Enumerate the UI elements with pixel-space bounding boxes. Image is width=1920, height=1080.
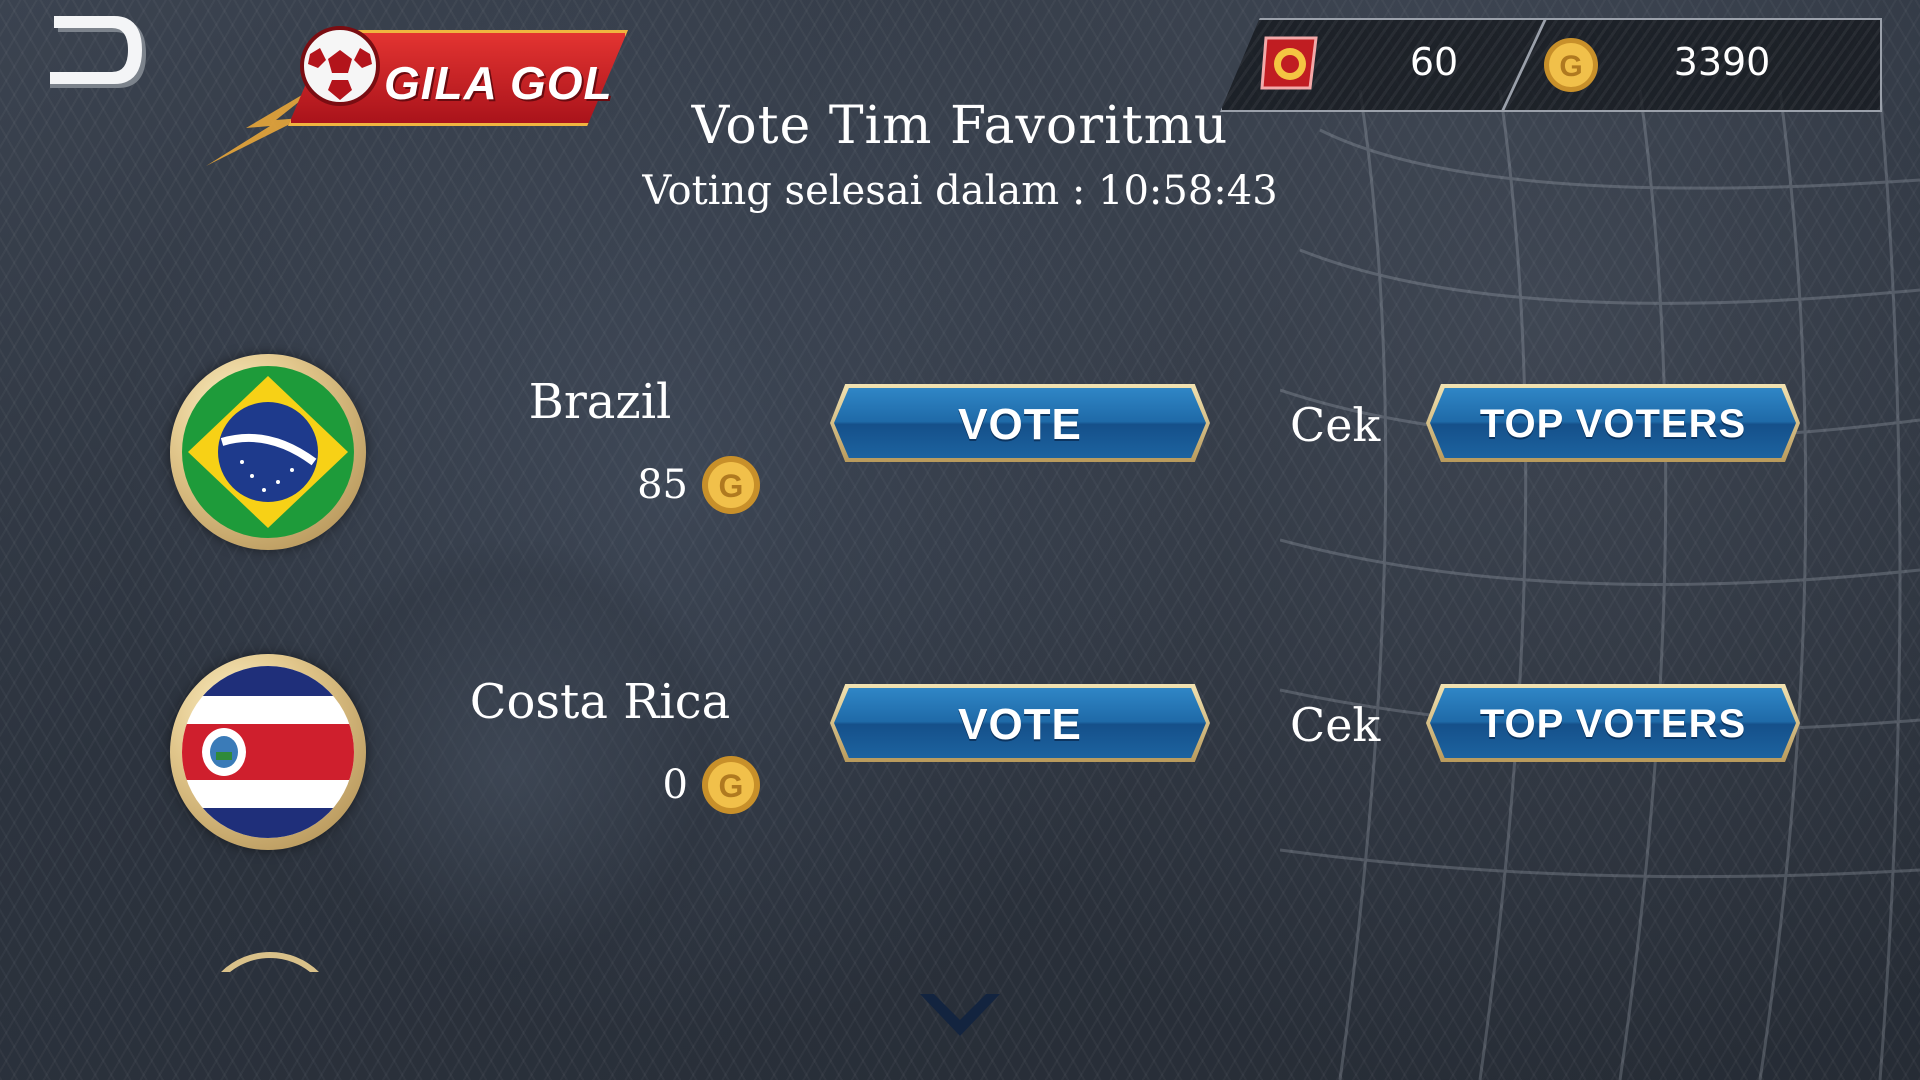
check-label: Cek <box>1290 398 1381 452</box>
vote-button-label: VOTE <box>958 400 1082 449</box>
voting-countdown: Voting selesai dalam : 10:58:43 <box>642 168 1278 214</box>
top-voters-button[interactable]: TOP VOTERS <box>1426 384 1800 462</box>
vote-button[interactable]: VOTE <box>830 384 1210 462</box>
team-flag-badge <box>170 354 366 550</box>
team-row-brazil: Brazil 85 G VOTE Cek TOP VOTERS <box>0 354 1920 554</box>
team-name: Costa Rica <box>469 674 731 730</box>
ticket-count: 60 <box>1409 40 1459 84</box>
top-voters-button-label: TOP VOTERS <box>1479 402 1747 446</box>
team-vote-count: 85 <box>637 462 688 508</box>
gold-coin-icon: G <box>702 756 760 814</box>
team-name: Brazil <box>528 374 672 430</box>
costa-rica-flag-icon <box>182 666 354 838</box>
ticket-ball-icon <box>1260 36 1318 90</box>
page-title: Vote Tim Favoritmu <box>691 96 1229 156</box>
back-arrow-icon <box>50 16 146 88</box>
svg-text:G: G <box>719 468 744 504</box>
chevron-down-icon <box>920 994 1000 1036</box>
svg-text:G: G <box>719 768 744 804</box>
vote-button[interactable]: VOTE <box>830 684 1210 762</box>
next-team-flag-partial <box>200 952 340 972</box>
top-voters-button-label: TOP VOTERS <box>1479 702 1747 746</box>
gold-coin-icon: G <box>1544 38 1598 92</box>
team-row-costa-rica: Costa Rica 0 G VOTE Cek TOP VOTERS <box>0 654 1920 854</box>
team-vote-count: 0 <box>662 762 688 808</box>
back-button[interactable] <box>48 14 152 96</box>
gold-coin-icon: G <box>702 456 760 514</box>
check-label: Cek <box>1290 698 1381 752</box>
soccer-ball-icon <box>300 26 380 106</box>
currency-divider <box>1498 18 1549 112</box>
team-flag-badge <box>170 654 366 850</box>
svg-text:G: G <box>1559 50 1582 83</box>
scroll-down-button[interactable] <box>918 990 1002 1040</box>
goal-net-background <box>1280 90 1920 1080</box>
vote-button-label: VOTE <box>958 700 1082 749</box>
gold-count: 3390 <box>1673 40 1771 84</box>
brazil-flag-icon <box>182 366 354 538</box>
top-voters-button[interactable]: TOP VOTERS <box>1426 684 1800 762</box>
